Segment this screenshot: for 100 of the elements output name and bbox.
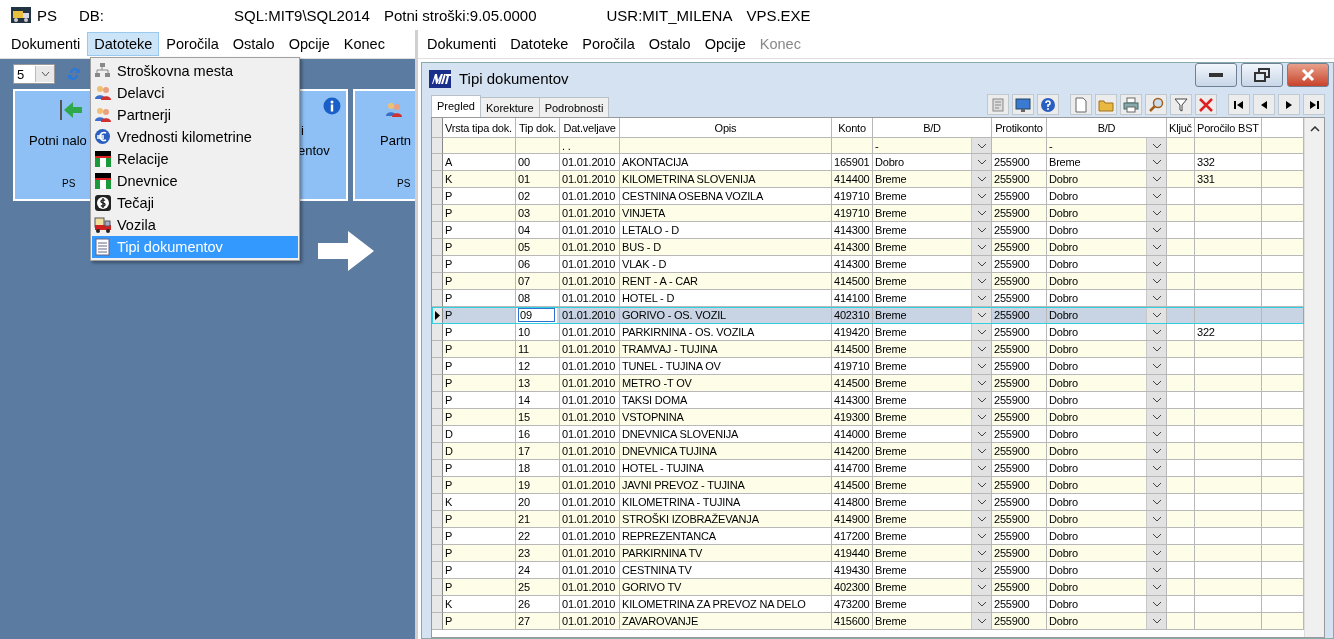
table-cell-text: 17 bbox=[518, 445, 531, 457]
table-cell-text: 402310 bbox=[834, 309, 871, 321]
table-cell-text: P bbox=[445, 394, 454, 406]
table-cell-text: 01.01.2010 bbox=[562, 207, 617, 219]
table-cell-text: 01.01.2010 bbox=[562, 241, 617, 253]
table-cell-text: P bbox=[445, 258, 454, 270]
table-cell-text: KILOMETRINA SLOVENIJA bbox=[622, 173, 757, 185]
table-cell-text: AKONTACIJA bbox=[622, 156, 690, 168]
table-cell-text: 04 bbox=[518, 224, 531, 236]
table-cell-text: 21 bbox=[518, 513, 531, 525]
table-cell-text: 419420 bbox=[834, 326, 871, 338]
table-cell-text: 01.01.2010 bbox=[562, 411, 617, 423]
table-cell-text: Dobro bbox=[1049, 581, 1079, 593]
table-cell-text: 255900 bbox=[994, 377, 1031, 389]
table-cell-text: DNEVNICA SLOVENIJA bbox=[622, 428, 740, 440]
table-cell-text: 255900 bbox=[994, 241, 1031, 253]
table-cell-text: 01.01.2010 bbox=[562, 615, 617, 627]
table-cell-text: D bbox=[445, 445, 454, 457]
table-cell-text: P bbox=[445, 547, 454, 559]
table-cell-text: 255900 bbox=[994, 445, 1031, 457]
table-cell-text: 419300 bbox=[834, 411, 871, 423]
table-cell-text: 473200 bbox=[834, 598, 871, 610]
table-cell-text: 255900 bbox=[994, 496, 1031, 508]
table-cell-text: P bbox=[445, 581, 454, 593]
table-cell-text: K bbox=[445, 173, 454, 185]
table-cell-text: P bbox=[445, 462, 454, 474]
table-cell-text: Dobro bbox=[1049, 275, 1079, 287]
table-cell-text: Breme bbox=[875, 224, 908, 236]
table-cell-text: 255900 bbox=[994, 343, 1031, 355]
tile-label: Potni nalo bbox=[29, 132, 87, 150]
table-cell-text: 01.01.2010 bbox=[562, 496, 617, 508]
table-cell-text: 22 bbox=[518, 530, 531, 542]
table-cell-text: Breme bbox=[875, 326, 908, 338]
table-cell-text: JAVNI PREVOZ - TUJINA bbox=[622, 479, 746, 491]
table-cell-text: 01.01.2010 bbox=[562, 258, 617, 270]
table-cell-text: 414200 bbox=[834, 445, 871, 457]
table-cell-text: Dobro bbox=[1049, 462, 1079, 474]
table-cell-text: 01.01.2010 bbox=[562, 462, 617, 474]
table-cell-text: Breme bbox=[875, 513, 908, 525]
table-cell-text: 255900 bbox=[994, 292, 1031, 304]
table-cell-text: Dobro bbox=[1049, 258, 1079, 270]
table-cell-text: 01.01.2010 bbox=[562, 292, 617, 304]
table-cell-text: 331 bbox=[1197, 173, 1216, 185]
table-cell-text: Breme bbox=[875, 258, 908, 270]
table-cell-text: 414300 bbox=[834, 258, 871, 270]
table-cell-text: P bbox=[445, 224, 454, 236]
table-cell-text: P bbox=[445, 360, 454, 372]
table-cell-text: 419430 bbox=[834, 564, 871, 576]
table-cell-text: 14 bbox=[518, 394, 531, 406]
table-cell-text: 419710 bbox=[834, 360, 871, 372]
table-cell-text: Dobro bbox=[1049, 564, 1079, 576]
table-cell-text: 16 bbox=[518, 428, 531, 440]
table-cell-text: RENT - A - CAR bbox=[622, 275, 699, 287]
table-cell-text: Breme bbox=[875, 309, 908, 321]
table-cell-text: 255900 bbox=[994, 156, 1031, 168]
table-cell-text: ZAVAROVANJE bbox=[622, 615, 700, 627]
table-cell-text: 414900 bbox=[834, 513, 871, 525]
table-cell-text: 12 bbox=[518, 360, 531, 372]
table-cell-text: 11 bbox=[518, 343, 531, 355]
table-cell-text: Breme bbox=[875, 394, 908, 406]
table-cell-text: 255900 bbox=[994, 479, 1031, 491]
table-cell-text: 24 bbox=[518, 564, 531, 576]
table-cell-text: K bbox=[445, 496, 454, 508]
table-cell-text: Breme bbox=[875, 615, 908, 627]
table-cell-text: Dobro bbox=[1049, 479, 1079, 491]
table-cell-text: 01.01.2010 bbox=[562, 394, 617, 406]
table-cell-text: HOTEL - TUJINA bbox=[622, 462, 705, 474]
table-cell-text: P bbox=[445, 615, 454, 627]
table-cell-text: 255900 bbox=[994, 190, 1031, 202]
table-cell-text: 13 bbox=[518, 377, 531, 389]
table-cell-text: Breme bbox=[875, 190, 908, 202]
table-cell-text: P bbox=[445, 309, 454, 321]
table-cell-text: Breme bbox=[875, 360, 908, 372]
table-cell-text: Dobro bbox=[875, 156, 905, 168]
table-cell-text: Dobro bbox=[1049, 173, 1079, 185]
title-text: VPS.EXE bbox=[746, 6, 811, 24]
table-cell-text: 01.01.2010 bbox=[562, 598, 617, 610]
table-cell-text: Dobro bbox=[1049, 513, 1079, 525]
table-cell-text: Dobro bbox=[1049, 224, 1079, 236]
table-cell-text: 27 bbox=[518, 615, 531, 627]
table-cell-text: Dobro bbox=[1049, 547, 1079, 559]
table-cell-text: Breme bbox=[875, 581, 908, 593]
table-cell-text: 01.01.2010 bbox=[562, 581, 617, 593]
table-cell-text: VSTOPNINA bbox=[622, 411, 685, 423]
table-cell-text: P bbox=[445, 479, 454, 491]
table-cell-text: D bbox=[445, 428, 454, 440]
table-cell-text: Breme bbox=[875, 462, 908, 474]
table-cell-text: BUS - D bbox=[622, 241, 662, 253]
table-cell-text: 419710 bbox=[834, 190, 871, 202]
table-cell-text: 255900 bbox=[994, 173, 1031, 185]
table-cell-text: 01.01.2010 bbox=[562, 326, 617, 338]
table-cell-text: 01.01.2010 bbox=[562, 173, 617, 185]
table-cell-text: 01.01.2010 bbox=[562, 445, 617, 457]
table-cell-text: 255900 bbox=[994, 258, 1031, 270]
table-cell-text: Dobro bbox=[1049, 377, 1079, 389]
table-cell-text: 255900 bbox=[994, 309, 1031, 321]
table-cell-text: Dobro bbox=[1049, 292, 1079, 304]
table-cell-text: 01.01.2010 bbox=[562, 275, 617, 287]
table-cell-text: 01.01.2010 bbox=[562, 190, 617, 202]
table-cell-text: P bbox=[445, 275, 454, 287]
